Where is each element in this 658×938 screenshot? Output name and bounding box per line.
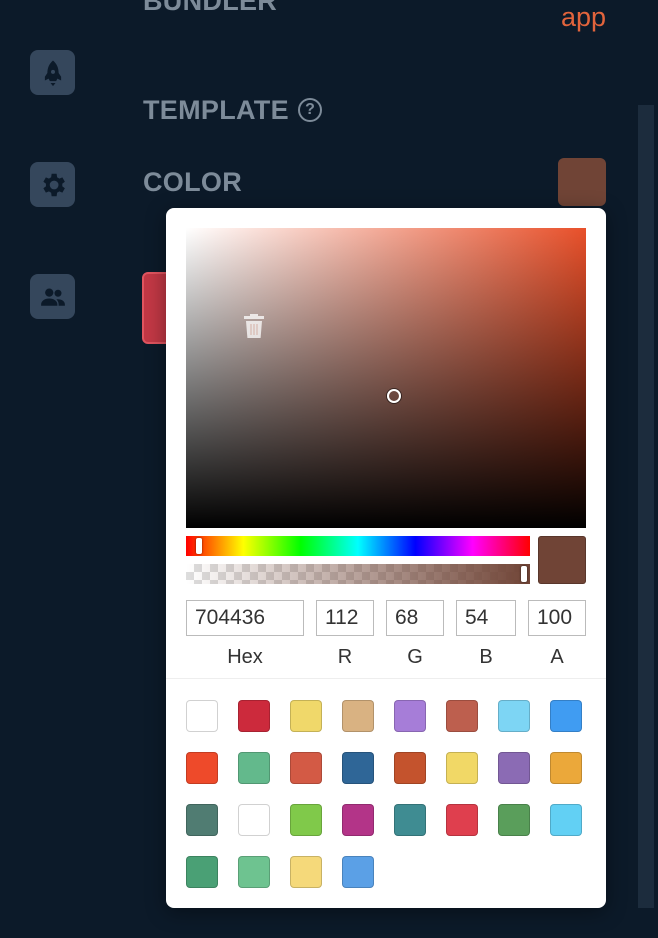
b-input[interactable] <box>456 600 516 636</box>
preset-swatch[interactable] <box>550 804 582 836</box>
b-field: B <box>456 600 516 669</box>
preset-swatch[interactable] <box>290 752 322 784</box>
color-picker: Hex R G B A <box>166 208 606 908</box>
preset-swatch[interactable] <box>342 700 374 732</box>
preset-swatch[interactable] <box>498 700 530 732</box>
preset-swatch[interactable] <box>342 856 374 888</box>
preset-swatch[interactable] <box>394 700 426 732</box>
bundler-label: BUNDLER <box>143 0 278 16</box>
r-label: R <box>337 646 353 668</box>
preset-swatch[interactable] <box>446 752 478 784</box>
preset-swatch[interactable] <box>498 752 530 784</box>
r-field: R <box>316 600 374 669</box>
a-label: A <box>550 646 564 668</box>
g-input[interactable] <box>386 600 444 636</box>
gear-icon[interactable] <box>30 162 75 207</box>
preset-swatch[interactable] <box>550 752 582 784</box>
preset-swatch[interactable] <box>290 700 322 732</box>
template-label: TEMPLATE <box>143 95 289 125</box>
color-label: COLOR <box>143 167 242 197</box>
preset-swatch[interactable] <box>238 856 270 888</box>
g-label: G <box>407 646 423 668</box>
preset-swatch[interactable] <box>290 804 322 836</box>
hex-label: Hex <box>227 646 263 668</box>
preset-swatch[interactable] <box>238 804 270 836</box>
preset-swatch[interactable] <box>394 804 426 836</box>
trash-icon <box>244 314 264 338</box>
g-field: G <box>386 600 444 669</box>
a-input[interactable] <box>528 600 586 636</box>
scrollbar[interactable] <box>638 105 654 908</box>
preset-swatch[interactable] <box>342 804 374 836</box>
hue-slider[interactable] <box>186 536 530 556</box>
preset-swatch[interactable] <box>498 804 530 836</box>
people-icon[interactable] <box>30 274 75 319</box>
preset-swatch[interactable] <box>550 700 582 732</box>
alpha-slider[interactable] <box>186 564 530 584</box>
preset-swatch[interactable] <box>446 700 478 732</box>
preset-swatch[interactable] <box>446 804 478 836</box>
b-label: B <box>479 646 493 668</box>
alpha-slider-thumb[interactable] <box>521 566 527 582</box>
color-swatch-button[interactable] <box>558 158 606 206</box>
preset-swatch[interactable] <box>238 700 270 732</box>
help-icon[interactable]: ? <box>298 98 322 122</box>
color-preview <box>538 536 586 584</box>
preset-swatch[interactable] <box>186 804 218 836</box>
saturation-cursor[interactable] <box>387 389 401 403</box>
preset-swatch[interactable] <box>186 752 218 784</box>
app-link[interactable]: app <box>561 2 606 33</box>
hue-slider-thumb[interactable] <box>196 538 203 554</box>
preset-swatch[interactable] <box>186 856 218 888</box>
preset-swatch[interactable] <box>186 700 218 732</box>
rocket-icon[interactable] <box>30 50 75 95</box>
divider <box>166 678 606 679</box>
hex-field: Hex <box>186 600 304 669</box>
hex-input[interactable] <box>186 600 304 636</box>
preset-swatch[interactable] <box>290 856 322 888</box>
preset-swatch[interactable] <box>394 752 426 784</box>
preset-swatch[interactable] <box>238 752 270 784</box>
preset-swatch[interactable] <box>342 752 374 784</box>
saturation-value-area[interactable] <box>186 228 586 528</box>
r-input[interactable] <box>316 600 374 636</box>
a-field: A <box>528 600 586 669</box>
